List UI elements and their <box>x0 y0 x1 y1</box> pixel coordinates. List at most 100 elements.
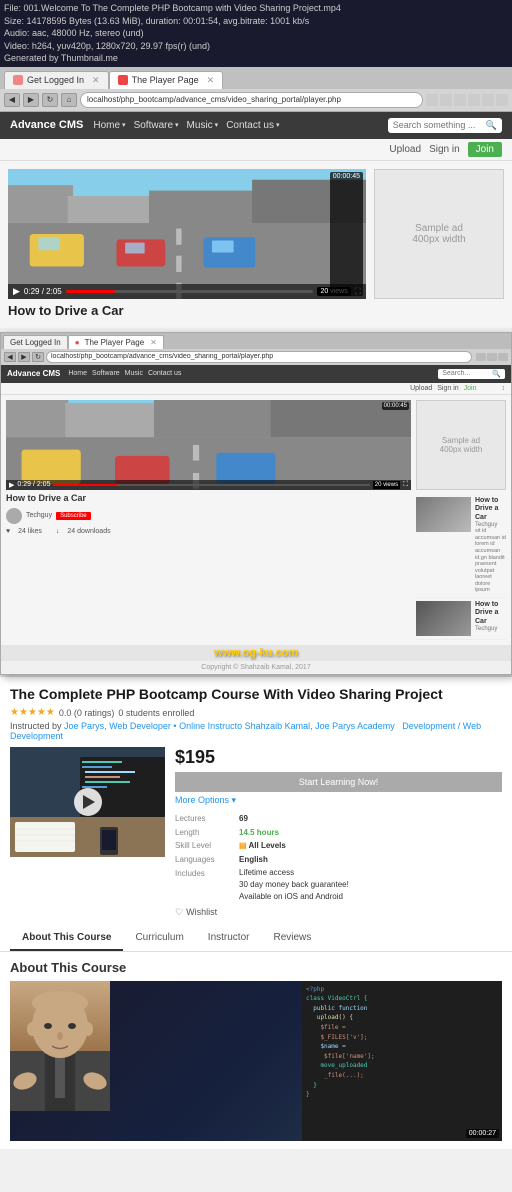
inner-fullscreen[interactable]: ⛶ <box>403 481 408 489</box>
inner-upload[interactable]: Upload <box>410 385 432 392</box>
inner-search-icon[interactable]: 🔍 <box>492 370 501 378</box>
video-time: 0:29 / 2:05 <box>24 287 62 296</box>
tab-curriculum[interactable]: Curriculum <box>123 926 195 951</box>
nav-contact[interactable]: Contact us <box>226 120 279 131</box>
thumb-title-1: How to Drive a Car <box>475 497 506 522</box>
start-learning-button[interactable]: Start Learning Now! <box>175 772 502 792</box>
inner-nav-music[interactable]: Music <box>125 370 143 377</box>
like-count: ♥ <box>6 528 10 535</box>
sidebar-thumb-2[interactable]: How to Drive a Car Techguy <box>416 598 506 640</box>
video-title: How to Drive a Car <box>8 299 366 320</box>
forward-button[interactable]: ▶ <box>23 93 39 107</box>
inner-main: ▶ 0:29 / 2:05 20 views ⛶ 00:00:45 How to… <box>1 395 511 645</box>
tab-get-logged-in[interactable]: Get Logged In ✕ <box>4 71 109 89</box>
browser-addressbar-1: ◀ ▶ ↻ ⌂ <box>0 89 512 111</box>
inner-join[interactable]: Join <box>464 385 477 392</box>
tab-close[interactable]: ✕ <box>92 75 100 86</box>
s-back-btn[interactable]: ◀ <box>4 352 16 362</box>
length-label: Length <box>175 826 235 840</box>
address-bar[interactable] <box>80 92 423 108</box>
browser-icon-6 <box>496 94 508 106</box>
search-icon[interactable]: 🔍 <box>486 120 497 131</box>
channel-avatar <box>6 508 22 524</box>
tab-about-course[interactable]: About This Course <box>10 926 123 951</box>
play-circle[interactable] <box>74 788 102 816</box>
tab-instructor[interactable]: Instructor <box>196 926 262 951</box>
second-tab-close[interactable]: ✕ <box>150 338 157 347</box>
inner-nav: Home Software Music Contact us <box>68 370 181 377</box>
tab-close-active[interactable]: ✕ <box>207 75 215 86</box>
s-icon-3 <box>498 353 508 361</box>
subscribe-button[interactable]: Subscribe <box>56 512 91 520</box>
inner-video-scene <box>6 400 411 490</box>
play-button[interactable]: ▶ <box>13 286 20 297</box>
file-info-bar: File: 001.Welcome To The Complete PHP Bo… <box>0 0 512 67</box>
inner-search[interactable]: 🔍 <box>438 369 505 379</box>
thumb-title-2: How to Drive a Car <box>475 601 506 626</box>
header-search[interactable]: 🔍 <box>388 118 502 133</box>
inner-nav-contact[interactable]: Contact us <box>148 370 181 377</box>
s-refresh-btn[interactable]: ↻ <box>32 352 44 362</box>
nav-home[interactable]: Home <box>93 120 125 131</box>
join-button[interactable]: Join <box>468 142 502 157</box>
progress-bar[interactable] <box>66 290 314 293</box>
inner-nav-home[interactable]: Home <box>68 370 87 377</box>
lectures-value: 69 <box>239 812 248 826</box>
meta-length: Length 14.5 hours <box>175 826 502 840</box>
inner-cursor-hint: ↕ <box>502 385 506 392</box>
about-timer-badge: 00:00:27 <box>466 1129 499 1138</box>
inner-search-input[interactable] <box>442 370 492 377</box>
play-overlay[interactable] <box>10 747 165 857</box>
about-video[interactable]: <?php class VideoCtrl { public function … <box>10 981 502 1141</box>
instructor-line: Instructed by Joe Parys, Web Developer •… <box>10 721 502 741</box>
inner-progress-bar[interactable] <box>53 484 369 486</box>
second-browser-chrome: Get Logged In ● The Player Page ✕ ◀ ▶ ↻ <box>1 333 511 365</box>
home-button[interactable]: ⌂ <box>61 93 77 107</box>
nav-music[interactable]: Music <box>187 120 219 131</box>
code-line-6: $_FILES['v']; <box>306 1033 498 1043</box>
s-address-bar[interactable] <box>46 351 472 363</box>
search-input[interactable] <box>393 120 483 130</box>
instructor-link[interactable]: Joe Parys, Web Developer • Online Instru… <box>64 721 395 731</box>
browser-icon-1 <box>426 94 438 106</box>
site-nav: Home Software Music Contact us <box>93 120 377 131</box>
inner-video-title: How to Drive a Car <box>6 490 411 506</box>
sidebar-thumb-1[interactable]: How to Drive a Car Techguy sit id accums… <box>416 494 506 598</box>
s-icons <box>476 353 508 361</box>
upload-link[interactable]: Upload <box>389 144 421 155</box>
meta-includes: Includes Lifetime access30 day money bac… <box>175 867 502 903</box>
ad-section: Sample ad 400px width <box>374 169 504 320</box>
second-tab-player[interactable]: ● The Player Page ✕ <box>68 335 164 349</box>
signin-link[interactable]: Sign in <box>429 144 460 155</box>
wishlist-button[interactable]: ♡ Wishlist <box>175 907 502 918</box>
refresh-button[interactable]: ↻ <box>42 93 58 107</box>
second-addressbar: ◀ ▶ ↻ <box>1 349 511 365</box>
copyright-text: Copyright © Shahzaib Kamal, 2017 <box>201 664 310 671</box>
tab-reviews[interactable]: Reviews <box>261 926 323 951</box>
rating-value: 0.0 (0 ratings) <box>59 708 115 718</box>
back-button[interactable]: ◀ <box>4 93 20 107</box>
nav-software[interactable]: Software <box>134 120 179 131</box>
inner-nav-software[interactable]: Software <box>92 370 120 377</box>
course-thumbnail[interactable] <box>10 747 165 857</box>
more-options-link[interactable]: More Options ▾ <box>175 795 502 806</box>
s-forward-btn[interactable]: ▶ <box>18 352 30 362</box>
skill-icon: ▤ <box>239 841 247 850</box>
second-tab-login[interactable]: Get Logged In <box>3 335 68 349</box>
students-count: 0 students enrolled <box>118 708 194 718</box>
thumb-desc-1: sit id accumsan id lorem id accumsan id.… <box>475 528 506 594</box>
code-line-2: class VideoCtrl { <box>306 994 498 1004</box>
video-actions: ♥ 24 likes ↓ 24 downloads <box>6 526 411 537</box>
tab-player-page[interactable]: The Player Page ✕ <box>109 71 224 89</box>
lang-label: Languages <box>175 853 235 867</box>
inner-play-btn[interactable]: ▶ <box>9 481 14 489</box>
site-logo: Advance CMS <box>10 119 83 131</box>
video-section: ▶ 0:29 / 2:05 20 views ⛶ 00:00:45 How to… <box>8 169 366 320</box>
inner-signin[interactable]: Sign in <box>437 385 458 392</box>
inner-views: 20 views <box>373 481 400 489</box>
browser-chrome-1: Get Logged In ✕ The Player Page ✕ ◀ ▶ ↻ … <box>0 67 512 112</box>
file-info-line2: Size: 14178595 Bytes (13.63 MiB), durati… <box>4 15 508 28</box>
code-line-7: $name = <box>306 1042 498 1052</box>
inner-video-player[interactable]: ▶ 0:29 / 2:05 20 views ⛶ 00:00:45 <box>6 400 411 490</box>
video-player[interactable]: ▶ 0:29 / 2:05 20 views ⛶ 00:00:45 <box>8 169 366 299</box>
